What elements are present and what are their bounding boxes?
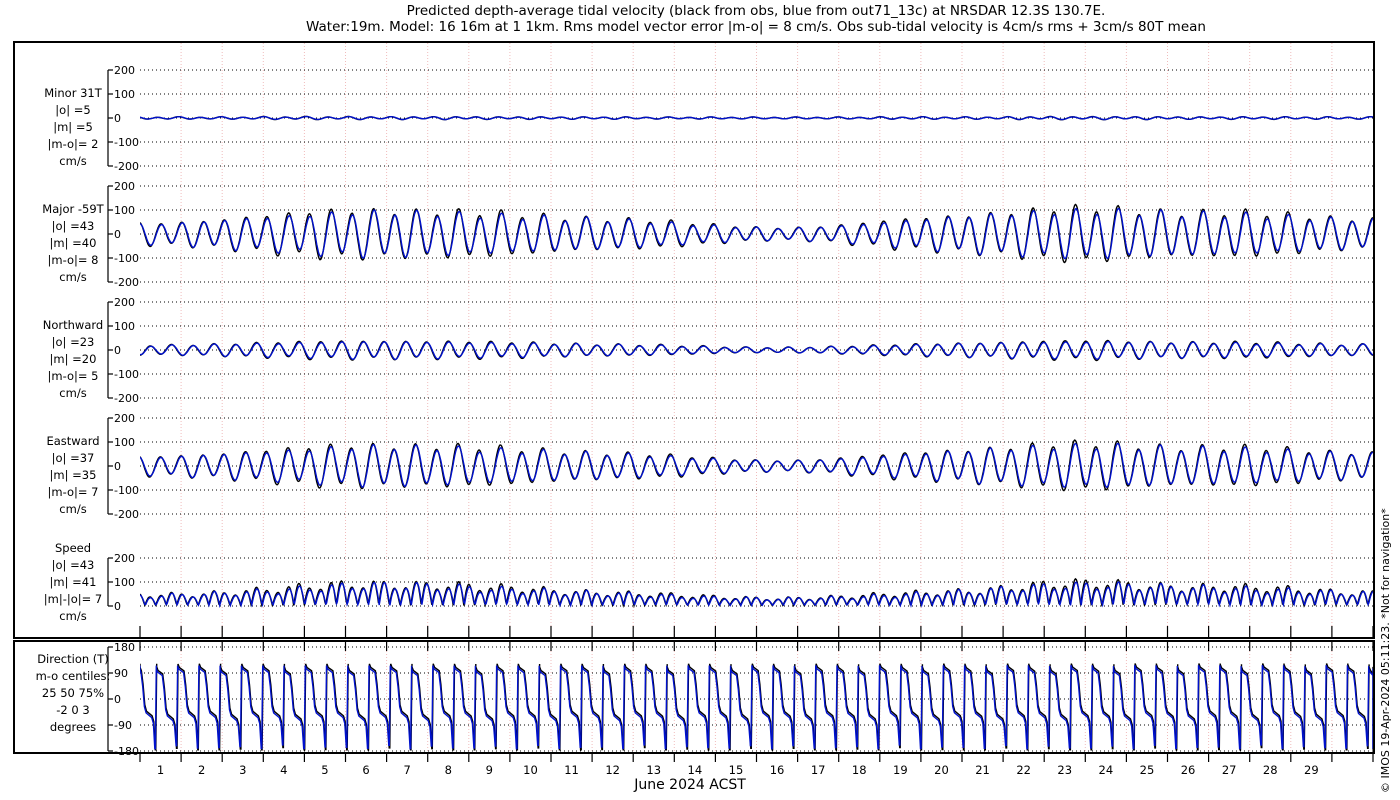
ytick-label-minor: -100 [114,136,139,149]
day-label: 28 [1263,763,1278,777]
panel-label-major-line1: |o| =43 [52,219,95,233]
panel-label-direction-line0: Direction (T) [37,652,109,666]
tidal-chart-canvas: 2001000-100-200Minor 31T|o| =5|m| =5|m-o… [13,41,1392,793]
day-label: 1 [157,763,164,777]
panel-label-major-line2: |m| =40 [50,236,97,250]
day-label: 9 [486,763,493,777]
panel-label-eastward-line1: |o| =37 [52,451,95,465]
panel-label-direction-line3: -2 0 3 [56,703,89,717]
panel-label-northward-line0: Northward [43,318,103,332]
day-label: 18 [852,763,867,777]
panel-label-speed-line0: Speed [55,541,91,555]
panel-label-direction-line4: degrees [50,720,96,734]
ytick-label-direction: 180 [114,641,135,654]
panel-label-eastward-line4: cm/s [59,502,86,516]
panel-label-major-line3: |m-o|= 8 [48,253,99,267]
day-label: 25 [1140,763,1155,777]
day-label: 8 [445,763,452,777]
day-label: 19 [893,763,908,777]
panel-label-speed-line3: |m|-|o|= 7 [44,592,103,606]
panel-label-major-line4: cm/s [59,270,86,284]
ytick-label-major: 0 [114,228,121,241]
panel-label-northward-line1: |o| =23 [52,335,95,349]
day-label: 12 [605,763,620,777]
panel-label-minor-line1: |o| =5 [55,103,90,117]
watermark-credit: © IMOS 19-Apr-2024 05:11:23. *Not for na… [1379,508,1392,793]
panel-label-speed-line2: |m| =41 [50,575,97,589]
day-label: 2 [198,763,205,777]
day-label: 26 [1181,763,1196,777]
ytick-label-northward: -200 [114,392,139,405]
ytick-label-major: 200 [114,180,135,193]
day-label: 23 [1057,763,1072,777]
day-label: 21 [975,763,990,777]
panel-label-eastward-line2: |m| =35 [50,468,97,482]
day-label: 6 [362,763,369,777]
day-label: 13 [646,763,661,777]
day-label: 27 [1222,763,1237,777]
ytick-label-speed: 100 [114,576,135,589]
day-label: 24 [1099,763,1114,777]
panel-eastward: 200 100 0 -100 -200 Eastward |o| =37 |m| =35 |m-… [46,412,1373,521]
model-curve-direction [140,664,1373,750]
panel-label-minor-line3: |m-o|= 2 [48,137,99,151]
ytick-label-eastward: 100 [114,436,135,449]
panel-label-minor-line0: Minor 31T [44,86,102,100]
day-label: 16 [770,763,785,777]
panel-direction: 180 90 0 -90 -180 Direction (T) m-o centiles: 2… [36,641,1373,758]
ytick-label-direction: 90 [114,667,128,680]
day-label: 17 [811,763,826,777]
model-curve-northward [140,340,1373,361]
ytick-label-major: -200 [114,276,139,289]
panel-label-minor-line4: cm/s [59,154,86,168]
panel-speed: 200 100 0 Speed |o| =43 |m| =41 |m|-|o|= 7 cm/s [44,541,1373,623]
ytick-label-eastward: 0 [114,460,121,473]
day-label: 3 [239,763,246,777]
day-label: 22 [1016,763,1031,777]
model-curve-eastward [140,442,1373,489]
panel-label-speed-line1: |o| =43 [52,558,95,572]
xaxis-title: June 2024 ACST [633,777,746,793]
day-label: 29 [1304,763,1319,777]
ytick-label-northward: 100 [114,320,135,333]
ytick-label-minor: 200 [114,64,135,77]
ytick-label-speed: 200 [114,552,135,565]
ytick-label-northward: 0 [114,344,121,357]
panel-label-major-line0: Major -59T [42,202,104,216]
panel-label-eastward-line0: Eastward [46,434,99,448]
ytick-label-direction: -90 [114,719,132,732]
day-label: 14 [688,763,703,777]
day-label: 15 [729,763,744,777]
panel-label-minor-line2: |m| =5 [53,120,93,134]
ytick-label-direction: -180 [114,745,139,758]
ytick-label-minor: 0 [114,112,121,125]
panel-label-eastward-line3: |m-o|= 7 [48,485,99,499]
ytick-label-minor: -200 [114,160,139,173]
day-label: 10 [523,763,538,777]
panel-label-direction-line1: m-o centiles: [36,669,111,683]
ytick-label-northward: -100 [114,368,139,381]
panel-label-direction-line2: 25 50 75% [42,686,104,700]
day-label: 5 [321,763,328,777]
ytick-label-minor: 100 [114,88,135,101]
day-label: 11 [564,763,579,777]
ytick-label-eastward: -200 [114,508,139,521]
panel-label-northward-line3: |m-o|= 5 [48,369,99,383]
ytick-label-major: 100 [114,204,135,217]
ytick-label-major: -100 [114,252,139,265]
ytick-label-eastward: -100 [114,484,139,497]
ytick-label-speed: 0 [114,600,121,613]
ytick-label-eastward: 200 [114,412,135,425]
day-label: 20 [934,763,949,777]
panel-label-speed-line4: cm/s [59,609,86,623]
day-label: 4 [280,763,287,777]
ytick-label-northward: 200 [114,296,135,309]
main-panel-frame [13,41,1375,639]
ytick-label-direction: 0 [114,693,121,706]
direction-curves [140,663,1373,751]
day-label: 7 [403,763,410,777]
panel-label-northward-line2: |m| =20 [50,352,97,366]
panel-label-northward-line4: cm/s [59,386,86,400]
